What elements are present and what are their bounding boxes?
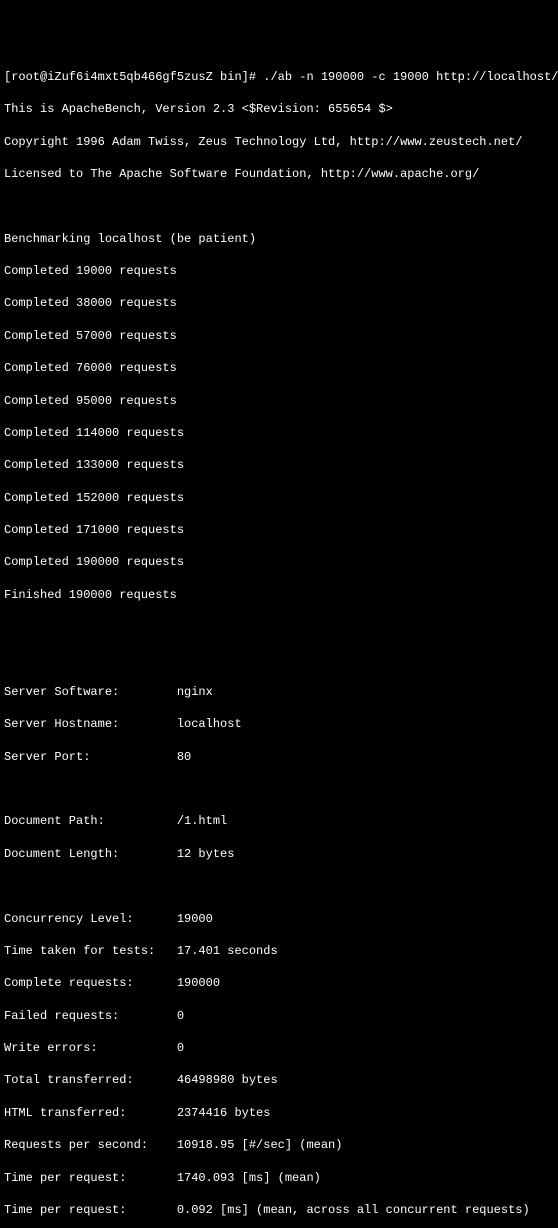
progress-finished-line: Finished 190000 requests (4, 587, 554, 603)
progress-line: Completed 152000 requests (4, 490, 554, 506)
write-errors-line: Write errors: 0 (4, 1040, 554, 1056)
blank-line (4, 781, 554, 797)
time-per-request-line: Time per request: 0.092 [ms] (mean, acro… (4, 1202, 554, 1218)
blank-line (4, 878, 554, 894)
ab-version-line: This is ApacheBench, Version 2.3 <$Revis… (4, 101, 554, 117)
concurrency-level-line: Concurrency Level: 19000 (4, 911, 554, 927)
progress-line: Completed 190000 requests (4, 554, 554, 570)
ab-license-line: Licensed to The Apache Software Foundati… (4, 166, 554, 182)
progress-line: Completed 38000 requests (4, 295, 554, 311)
requests-per-second-line: Requests per second: 10918.95 [#/sec] (m… (4, 1137, 554, 1153)
progress-line: Completed 57000 requests (4, 328, 554, 344)
ab-copyright-line: Copyright 1996 Adam Twiss, Zeus Technolo… (4, 134, 554, 150)
progress-line: Completed 76000 requests (4, 360, 554, 376)
server-port-line: Server Port: 80 (4, 749, 554, 765)
document-length-line: Document Length: 12 bytes (4, 846, 554, 862)
shell-prompt: [root@iZuf6i4mxt5qb466gf5zusZ bin]# ./ab… (4, 69, 554, 85)
progress-line: Completed 171000 requests (4, 522, 554, 538)
html-transferred-line: HTML transferred: 2374416 bytes (4, 1105, 554, 1121)
time-taken-line: Time taken for tests: 17.401 seconds (4, 943, 554, 959)
blank-line (4, 652, 554, 668)
failed-requests-line: Failed requests: 0 (4, 1008, 554, 1024)
blank-line (4, 619, 554, 635)
progress-line: Completed 19000 requests (4, 263, 554, 279)
document-path-line: Document Path: /1.html (4, 813, 554, 829)
time-per-request-line: Time per request: 1740.093 [ms] (mean) (4, 1170, 554, 1186)
benchmarking-line: Benchmarking localhost (be patient) (4, 231, 554, 247)
progress-line: Completed 114000 requests (4, 425, 554, 441)
server-software-line: Server Software: nginx (4, 684, 554, 700)
complete-requests-line: Complete requests: 190000 (4, 975, 554, 991)
server-hostname-line: Server Hostname: localhost (4, 716, 554, 732)
progress-line: Completed 133000 requests (4, 457, 554, 473)
total-transferred-line: Total transferred: 46498980 bytes (4, 1072, 554, 1088)
blank-line (4, 198, 554, 214)
progress-line: Completed 95000 requests (4, 393, 554, 409)
